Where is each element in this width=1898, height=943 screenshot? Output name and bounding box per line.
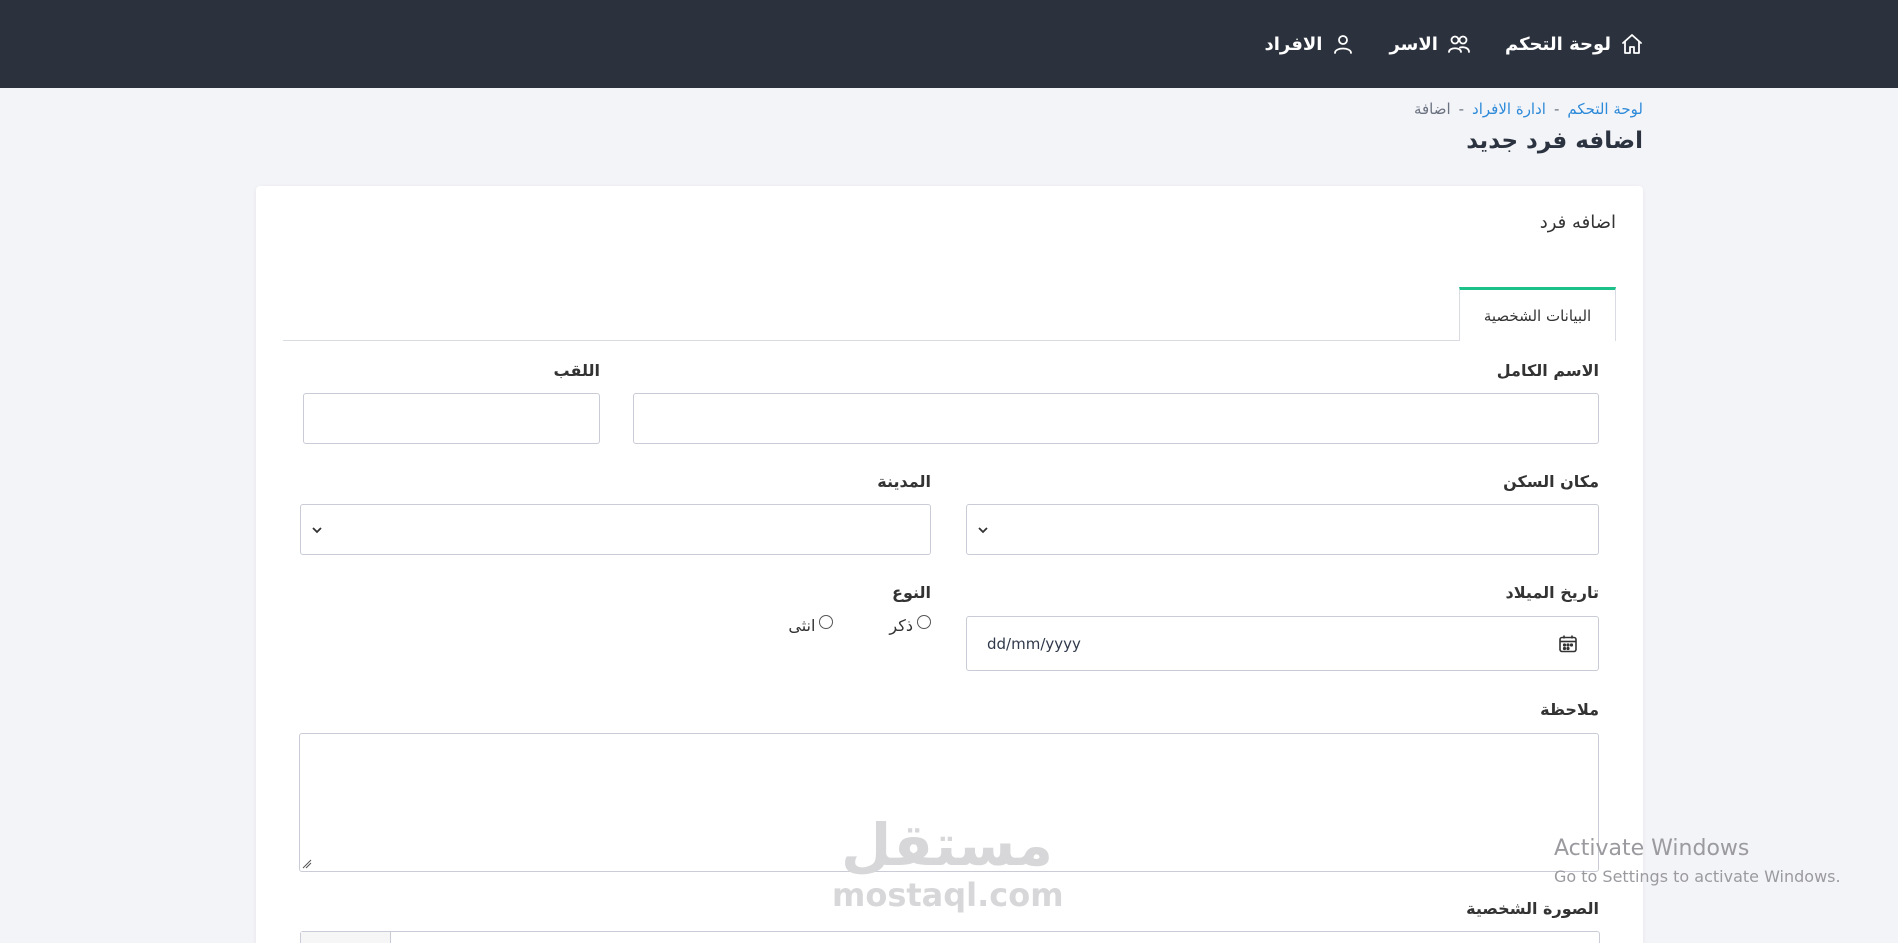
full-name-label: الاسم الكامل [1496,361,1599,380]
radio-circle[interactable] [819,614,834,629]
birth-date-placeholder: dd/mm/yyyy [987,634,1081,653]
nav-item-dashboard[interactable]: لوحة التحكم [1505,32,1644,56]
resize-handle-icon[interactable] [302,859,312,869]
photo-file-input[interactable] [300,931,1600,943]
city-label: المدينة [877,472,931,491]
user-icon [1334,35,1353,54]
gender-label: النوع [892,583,931,602]
birth-date-label: تاريخ الميلاد [1505,583,1599,602]
top-navbar: لوحة التحكم الاسر الافراد [0,0,1898,88]
calendar-icon[interactable] [1558,634,1578,654]
chevron-down-icon [978,526,988,533]
city-select[interactable] [300,504,931,555]
nav-item-individuals[interactable]: الافراد [1265,32,1356,56]
photo-label: الصورة الشخصية [1466,899,1599,918]
radio-label: ذكر [889,616,913,635]
activate-windows-title: Activate Windows [1554,836,1750,861]
gender-radio-group: ذكر انثى [788,614,931,635]
breadcrumb-separator: - [1553,100,1560,118]
breadcrumb-link-dashboard[interactable]: لوحة التحكم [1567,100,1643,118]
activate-windows-subtitle: Go to Settings to activate Windows. [1554,867,1841,886]
chevron-down-icon [312,526,322,533]
residence-select[interactable] [966,504,1599,555]
nav-item-label: الافراد [1264,33,1323,55]
breadcrumb-link-individuals[interactable]: ادارة الافراد [1472,100,1546,118]
breadcrumb-separator: - [1458,100,1465,118]
tab-personal-data[interactable]: البيانات الشخصية [1459,287,1616,341]
nav-item-families[interactable]: الاسر [1389,32,1470,56]
home-icon [1622,34,1642,54]
nickname-label: اللقب [553,361,600,380]
nickname-input[interactable] [303,393,600,444]
radio-circle[interactable] [917,614,931,629]
page-title: اضافه فرد جديد [1466,128,1643,154]
tabs-divider [283,340,1459,341]
birth-date-input[interactable]: dd/mm/yyyy [966,616,1599,671]
radio-label: انثى [788,616,816,635]
watermark-arabic: مستقل [840,811,1054,879]
main-nav: لوحة التحكم الاسر الافراد [1265,0,1644,88]
activate-windows-notice: Activate Windows Go to Settings to activ… [1554,836,1841,886]
mostaql-watermark: مستقل mostaql.com [832,811,1064,914]
full-name-input[interactable] [633,393,1599,444]
nav-item-label: الاسر [1389,33,1438,55]
breadcrumb: لوحة التحكم - ادارة الافراد - اضافة [1414,100,1643,118]
breadcrumb-current: اضافة [1413,100,1451,118]
note-label: ملاحظة [1540,700,1599,719]
residence-label: مكان السكن [1503,472,1599,491]
gender-female-radio[interactable]: انثى [788,614,834,635]
nav-item-label: لوحة التحكم [1504,33,1611,55]
gender-male-radio[interactable]: ذكر [889,614,931,635]
choose-file-button[interactable] [301,932,391,943]
users-icon [1448,35,1470,53]
watermark-english: mostaql.com [832,876,1064,914]
card-title: اضافه فرد [1539,212,1616,233]
